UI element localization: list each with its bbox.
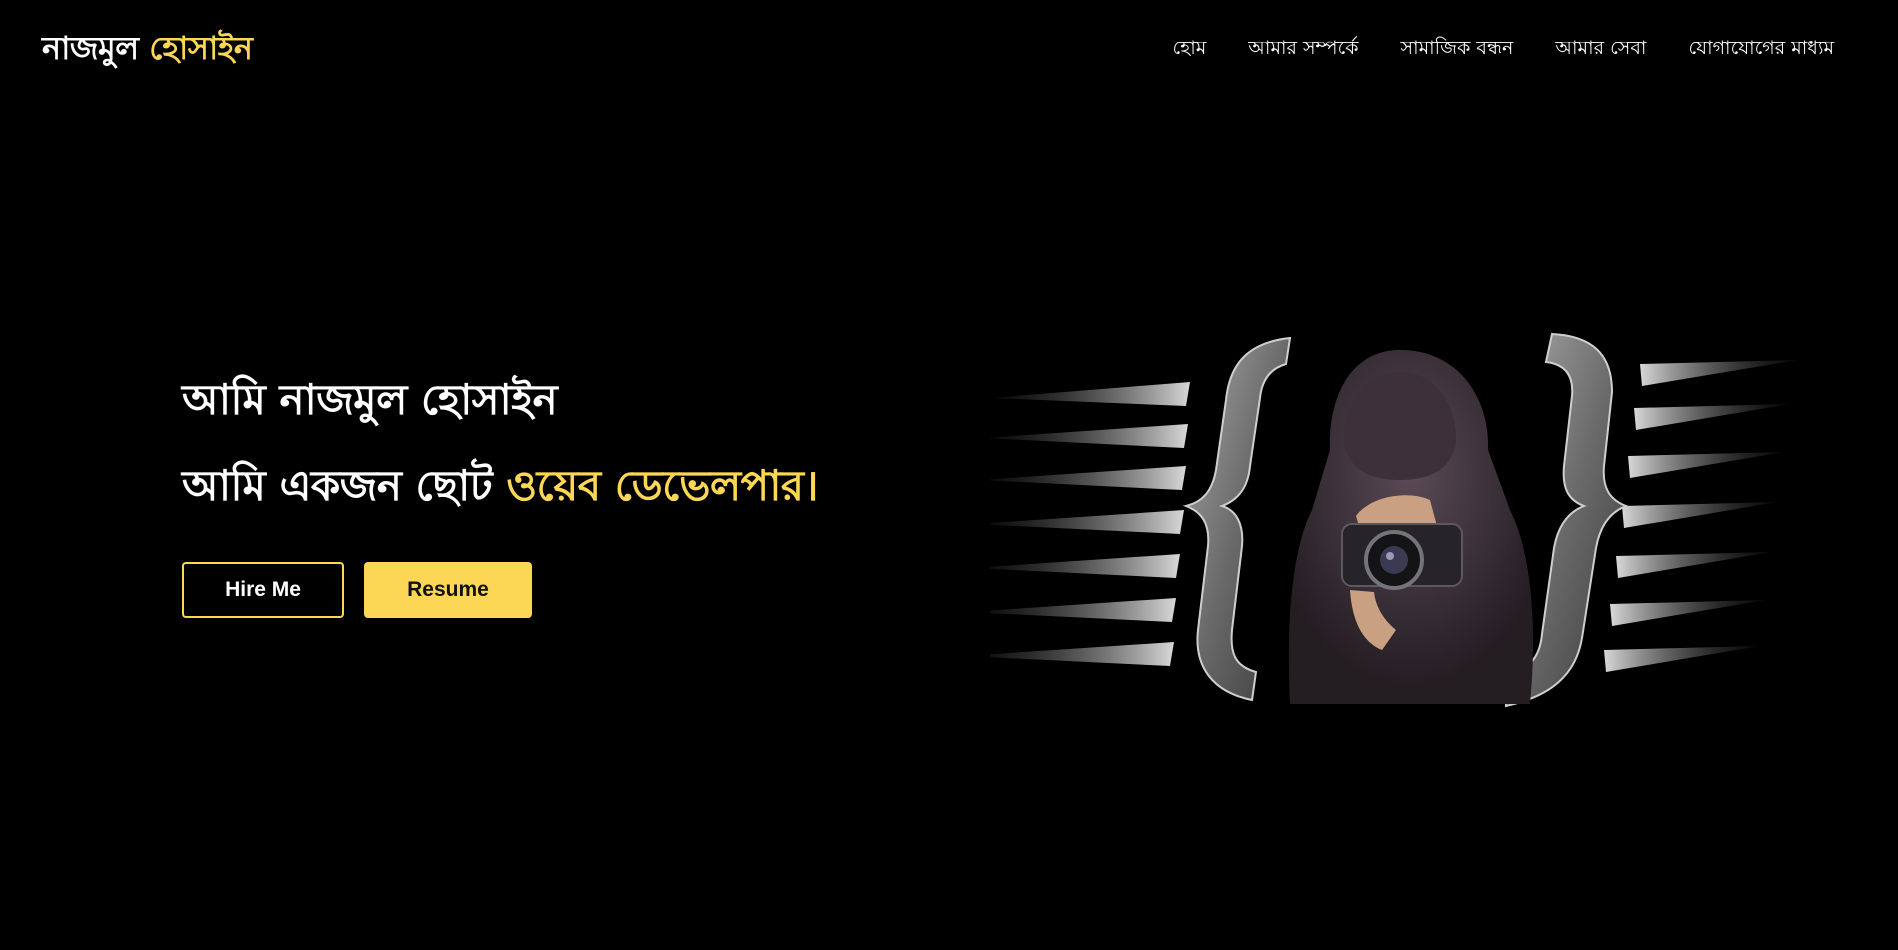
- hire-me-button[interactable]: Hire Me: [182, 562, 344, 618]
- hero-subheading-prefix: আমি একজন ছোট: [182, 461, 493, 510]
- hooded-person-icon: [1288, 350, 1534, 704]
- hero-subheading: আমি একজন ছোট ওয়েব ডেভেলপার।: [182, 458, 818, 514]
- site-logo[interactable]: নাজমুল হোসাইন: [42, 26, 253, 70]
- nav-item-home[interactable]: হোম: [1173, 34, 1207, 62]
- left-speed-lines: [964, 382, 1190, 666]
- left-brace-icon: [1182, 336, 1292, 702]
- nav-item-services[interactable]: আমার সেবা: [1555, 34, 1646, 62]
- hooded-photographer-in-braces-icon: [964, 332, 1798, 708]
- resume-button[interactable]: Resume: [364, 562, 532, 618]
- hero-illustration: [964, 320, 1810, 720]
- right-speed-lines: [1604, 360, 1798, 672]
- main-nav: হোম আমার সম্পর্কে সামাজিক বন্ধন আমার সেব…: [1173, 34, 1834, 62]
- nav-item-social[interactable]: সামাজিক বন্ধন: [1401, 34, 1514, 62]
- hero-intro: আমি নাজমুল হোসাইন আমি একজন ছোট ওয়েব ডেভ…: [182, 372, 818, 514]
- nav-item-contact[interactable]: যোগাযোগের মাধ্যম: [1688, 34, 1834, 62]
- top-navbar: নাজমুল হোসাইন হোম আমার সম্পর্কে সামাজিক …: [0, 0, 1898, 96]
- hero-subheading-accent: ওয়েব ডেভেলপার।: [506, 461, 818, 510]
- logo-last-name: হোসাইন: [149, 29, 253, 67]
- logo-first-name: নাজমুল: [42, 29, 139, 67]
- hero-heading: আমি নাজমুল হোসাইন: [182, 375, 558, 424]
- nav-item-about[interactable]: আমার সম্পর্কে: [1248, 34, 1358, 62]
- hero-actions: Hire Me Resume: [182, 562, 532, 618]
